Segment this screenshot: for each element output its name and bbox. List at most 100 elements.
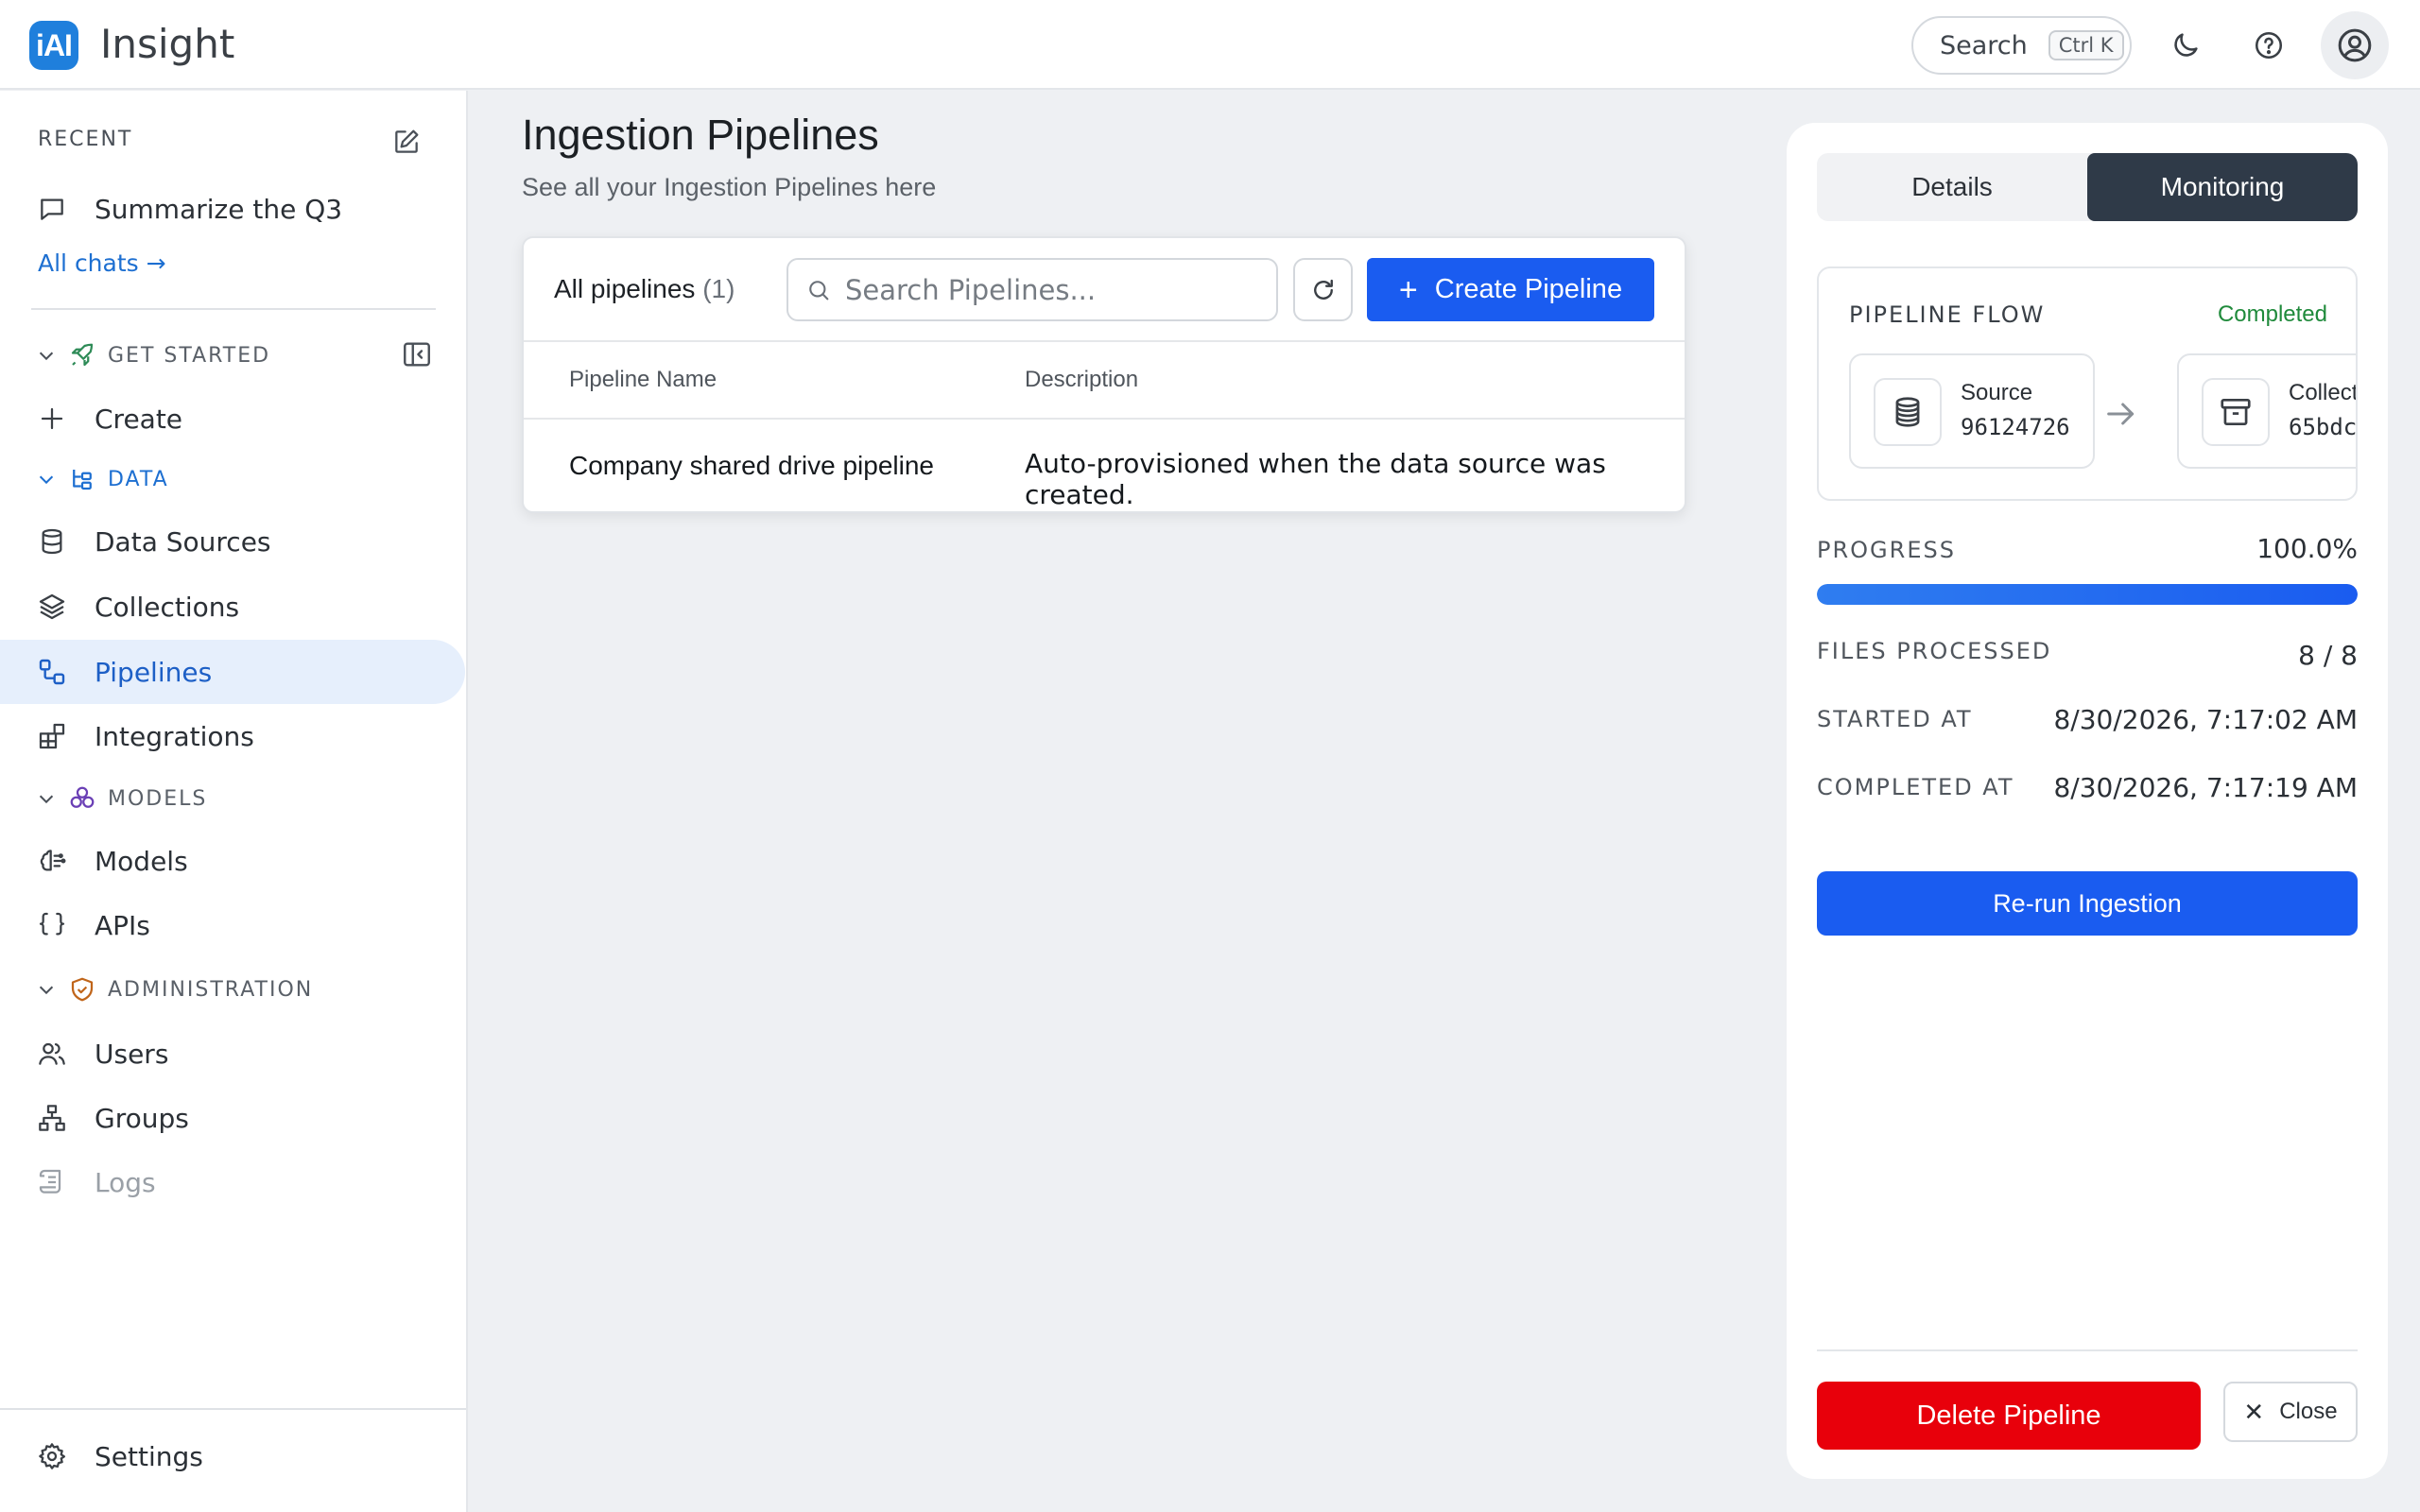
- completed-at-value: 8/30/2026, 7:17:19 AM: [2053, 772, 2358, 803]
- recent-heading: RECENT: [38, 128, 133, 151]
- layers-icon: [36, 591, 68, 623]
- sidebar-item-label: Users: [95, 1038, 169, 1070]
- moon-icon: [2174, 33, 2198, 57]
- section-data[interactable]: DATA: [36, 465, 169, 493]
- help-button[interactable]: [2246, 23, 2291, 68]
- pipeline-detail-panel: Details Monitoring PIPELINE FLOW Complet…: [1787, 123, 2388, 1479]
- rocket-icon: [71, 343, 94, 367]
- integrations-icon: [36, 720, 68, 752]
- sidebar-item-settings[interactable]: Settings: [0, 1424, 465, 1488]
- global-search-button[interactable]: Search Ctrl K: [1911, 16, 2132, 75]
- sidebar: RECENT Summarize the Q3 All chats → GET …: [0, 91, 468, 1512]
- search-label: Search: [1940, 30, 2028, 60]
- gear-icon: [36, 1440, 68, 1472]
- chevron-down-icon: [39, 475, 54, 485]
- sidebar-item-label: Logs: [95, 1166, 156, 1198]
- user-avatar-button[interactable]: [2321, 11, 2389, 79]
- brain-icon: [36, 845, 68, 877]
- sidebar-item-label: Settings: [95, 1440, 203, 1472]
- sidebar-item-label: Integrations: [95, 720, 254, 752]
- sidebar-divider: [31, 308, 436, 310]
- sidebar-item-models[interactable]: Models: [0, 829, 465, 893]
- collection-id: 65bdc: [2289, 414, 2358, 440]
- column-header-description[interactable]: Description: [1025, 367, 1138, 393]
- pipeline-flow-heading: PIPELINE FLOW: [1849, 301, 2046, 328]
- user-circle-icon: [2338, 28, 2372, 62]
- progress-bar: [1817, 584, 2358, 605]
- delete-pipeline-button[interactable]: Delete Pipeline: [1817, 1382, 2201, 1450]
- all-chats-link[interactable]: All chats →: [38, 249, 166, 277]
- section-models[interactable]: MODELS: [36, 784, 207, 813]
- source-label: Source: [1961, 380, 2033, 405]
- sidebar-item-pipelines[interactable]: Pipelines: [0, 640, 465, 704]
- sidebar-item-integrations[interactable]: Integrations: [0, 704, 465, 768]
- users-icon: [36, 1038, 68, 1070]
- page-subtitle: See all your Ingestion Pipelines here: [522, 173, 937, 201]
- search-icon: [809, 280, 829, 300]
- sidebar-item-label: Models: [95, 845, 188, 877]
- section-get-started[interactable]: GET STARTED: [36, 341, 270, 369]
- sidebar-item-label: APIs: [95, 909, 150, 941]
- column-header-name[interactable]: Pipeline Name: [569, 367, 717, 393]
- section-models-label: MODELS: [108, 786, 208, 811]
- sidebar-item-label: Data Sources: [95, 525, 271, 558]
- pipeline-name-cell: Company shared drive pipeline: [569, 451, 934, 480]
- recent-chat-label: Summarize the Q3: [95, 193, 343, 225]
- sidebar-item-create[interactable]: Create: [0, 387, 465, 451]
- plus-icon: +: [1398, 271, 1418, 308]
- started-at-label: STARTED AT: [1817, 706, 1973, 732]
- sidebar-item-apis[interactable]: APIs: [0, 893, 465, 957]
- header-divider: [524, 418, 1685, 420]
- pipelines-table-card: All pipelines (1) + Create Pipeline Pipe…: [522, 236, 1686, 513]
- refresh-button[interactable]: [1293, 258, 1353, 321]
- hierarchy-icon: [36, 1102, 68, 1134]
- sidebar-item-data-sources[interactable]: Data Sources: [0, 509, 465, 574]
- pipeline-count: (1): [702, 274, 735, 303]
- started-at-value: 8/30/2026, 7:17:02 AM: [2053, 704, 2358, 735]
- recent-chat-item[interactable]: Summarize the Q3: [0, 177, 465, 241]
- sidebar-item-logs[interactable]: Logs: [0, 1150, 465, 1214]
- database-icon: [36, 525, 68, 558]
- sidebar-item-users[interactable]: Users: [0, 1022, 465, 1086]
- scroll-icon: [36, 1166, 68, 1198]
- close-icon: ✕: [2243, 1397, 2265, 1426]
- all-pipelines-label: All pipelines (1): [554, 274, 735, 304]
- data-tree-icon: [73, 470, 92, 490]
- models-cluster-icon: [70, 786, 95, 808]
- chevron-down-icon: [39, 795, 54, 804]
- app-name: Insight: [100, 21, 235, 67]
- flow-node-collection[interactable]: Collect 65bdc: [2177, 353, 2358, 469]
- section-administration[interactable]: ADMINISTRATION: [36, 975, 313, 1004]
- close-label: Close: [2279, 1399, 2338, 1424]
- dark-mode-toggle[interactable]: [2163, 23, 2208, 68]
- pipeline-search-input[interactable]: [845, 273, 1261, 306]
- pipeline-description-cell: Auto-provisioned when the data source wa…: [1025, 448, 1606, 510]
- page-title: Ingestion Pipelines: [522, 111, 879, 159]
- sidebar-item-label: Create: [95, 403, 183, 435]
- panel-footer-divider: [1817, 1349, 2358, 1351]
- sidebar-item-label: Groups: [95, 1102, 189, 1134]
- new-chat-button[interactable]: [391, 127, 422, 157]
- files-processed-label: FILES PROCESSED: [1817, 638, 2052, 664]
- collapse-sidebar-button[interactable]: [401, 338, 433, 370]
- pipeline-status-badge: Completed: [2217, 301, 2327, 327]
- pipeline-search-box[interactable]: [786, 258, 1278, 321]
- create-pipeline-button[interactable]: + Create Pipeline: [1367, 258, 1654, 321]
- top-bar: iAI Insight Search Ctrl K: [0, 0, 2420, 90]
- app-logo[interactable]: iAI: [29, 21, 78, 70]
- tab-details[interactable]: Details: [1817, 153, 2087, 221]
- rerun-ingestion-button[interactable]: Re-run Ingestion: [1817, 871, 2358, 936]
- files-processed-value: 8 / 8: [2298, 640, 2358, 671]
- collection-label: Collect: [2289, 380, 2358, 405]
- search-shortcut: Ctrl K: [2048, 30, 2124, 60]
- braces-icon: [36, 909, 68, 941]
- sidebar-collapse-icon: [404, 342, 430, 367]
- sidebar-item-label: Collections: [95, 591, 240, 623]
- sidebar-item-groups[interactable]: Groups: [0, 1086, 465, 1150]
- tab-monitoring[interactable]: Monitoring: [2087, 153, 2358, 221]
- refresh-icon: [1313, 279, 1333, 300]
- flow-node-source[interactable]: Source 96124726: [1849, 353, 2095, 469]
- progress-label: PROGRESS: [1817, 537, 1956, 563]
- sidebar-item-collections[interactable]: Collections: [0, 575, 465, 639]
- close-panel-button[interactable]: ✕ Close: [2223, 1382, 2358, 1442]
